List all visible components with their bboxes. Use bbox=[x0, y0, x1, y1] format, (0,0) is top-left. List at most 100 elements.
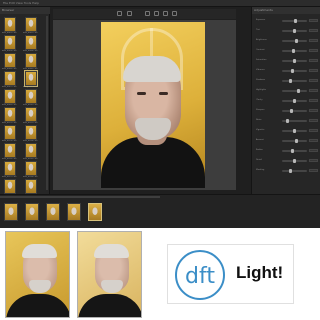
thumbnail[interactable] bbox=[25, 17, 37, 32]
slider-handle[interactable] bbox=[295, 39, 298, 43]
thumbnail[interactable] bbox=[4, 107, 16, 122]
thumbnail[interactable] bbox=[25, 35, 37, 50]
adjustment-slider[interactable] bbox=[282, 89, 307, 93]
thumbnail[interactable] bbox=[25, 125, 37, 140]
thumbnail[interactable] bbox=[4, 161, 16, 176]
thumbnail[interactable] bbox=[4, 179, 16, 194]
subject-eye-left bbox=[137, 92, 146, 95]
adjustment-value-field[interactable] bbox=[309, 69, 318, 72]
adjustment-value-field[interactable] bbox=[309, 39, 318, 42]
browser-scrollbar[interactable] bbox=[46, 16, 48, 190]
adjustment-value-field[interactable] bbox=[309, 89, 318, 92]
thumbnail[interactable] bbox=[4, 143, 16, 158]
adjustment-slider[interactable] bbox=[282, 159, 307, 163]
slider-handle[interactable] bbox=[293, 159, 296, 163]
adjustment-slider[interactable] bbox=[282, 79, 307, 83]
adjustment-value-field[interactable] bbox=[309, 79, 318, 82]
filmstrip-thumb[interactable] bbox=[67, 203, 81, 221]
thumbnail[interactable] bbox=[4, 17, 16, 32]
menu-bar[interactable]: File Edit View Tools Help bbox=[3, 1, 39, 5]
browser-panel: Browser IMG_0001.CR2 IMG_0002.CR2 IMG_0003… bbox=[0, 7, 50, 196]
thumbnail[interactable] bbox=[25, 107, 37, 122]
slider-handle[interactable] bbox=[293, 29, 296, 33]
slider-handle[interactable] bbox=[286, 119, 289, 123]
adjustment-value-field[interactable] bbox=[309, 119, 318, 122]
slider-handle[interactable] bbox=[297, 89, 300, 93]
adjustment-slider[interactable] bbox=[282, 109, 307, 113]
thumbnail[interactable] bbox=[25, 143, 37, 158]
thumbnail[interactable] bbox=[25, 53, 37, 68]
adjustment-value-field[interactable] bbox=[309, 49, 318, 52]
adjustment-slider[interactable] bbox=[282, 139, 307, 143]
filmstrip-thumb-selected[interactable] bbox=[88, 203, 102, 221]
adjustment-label: Radius bbox=[256, 149, 263, 151]
slider-handle[interactable] bbox=[292, 49, 295, 53]
adjustment-slider[interactable] bbox=[282, 19, 307, 23]
slider-handle[interactable] bbox=[293, 129, 296, 133]
adjustment-slider[interactable] bbox=[282, 129, 307, 133]
adjustment-value-field[interactable] bbox=[309, 19, 318, 22]
adjustment-value-field[interactable] bbox=[309, 29, 318, 32]
adjustment-slider[interactable] bbox=[282, 59, 307, 63]
adjustment-value-field[interactable] bbox=[309, 109, 318, 112]
adjustments-panel-header: Adjustments bbox=[252, 7, 320, 14]
adjustment-value-field[interactable] bbox=[309, 169, 318, 172]
photo-editor-window: File Edit View Tools Help Browser IMG_00… bbox=[0, 0, 320, 228]
adjustment-slider[interactable] bbox=[282, 149, 307, 153]
adjustment-label: Clarity bbox=[256, 99, 263, 101]
adjustment-slider[interactable] bbox=[282, 169, 307, 173]
adjustment-label: Noise bbox=[256, 119, 262, 121]
title-bar: File Edit View Tools Help bbox=[0, 0, 320, 7]
thumbnail[interactable] bbox=[25, 179, 37, 194]
before-beard bbox=[29, 280, 51, 293]
adjustment-label: Vignette bbox=[256, 129, 265, 131]
thumbnail[interactable] bbox=[4, 125, 16, 140]
slider-handle[interactable] bbox=[293, 99, 296, 103]
adjustment-value-field[interactable] bbox=[309, 139, 318, 142]
slider-handle[interactable] bbox=[293, 59, 296, 63]
filmstrip-thumb[interactable] bbox=[46, 203, 60, 221]
rotate-left-icon[interactable] bbox=[117, 11, 122, 16]
crop-icon[interactable] bbox=[145, 11, 150, 16]
adjustment-value-field[interactable] bbox=[309, 129, 318, 132]
rotate-right-icon[interactable] bbox=[127, 11, 132, 16]
slider-handle[interactable] bbox=[289, 169, 292, 173]
filmstrip-scrollbar[interactable] bbox=[0, 196, 160, 198]
adjustments-panel-title: Adjustments bbox=[254, 8, 273, 12]
adjustment-slider[interactable] bbox=[282, 69, 307, 73]
slider-handle[interactable] bbox=[289, 79, 292, 83]
thumbnail[interactable] bbox=[4, 71, 16, 86]
adjustment-label: Detail bbox=[256, 159, 262, 161]
thumbnail[interactable] bbox=[4, 35, 16, 50]
adjustment-value-field[interactable] bbox=[309, 99, 318, 102]
thumbnail[interactable] bbox=[4, 53, 16, 68]
thumbnail[interactable] bbox=[25, 161, 37, 176]
filmstrip-thumb[interactable] bbox=[25, 203, 39, 221]
compare-icon[interactable] bbox=[154, 11, 159, 16]
slider-handle[interactable] bbox=[294, 19, 297, 23]
thumbnail[interactable] bbox=[25, 89, 37, 104]
fullscreen-icon[interactable] bbox=[172, 11, 177, 16]
adjustment-value-field[interactable] bbox=[309, 59, 318, 62]
before-body bbox=[6, 294, 69, 317]
adjustment-slider[interactable] bbox=[282, 99, 307, 103]
adjustment-label: Vibrance bbox=[256, 69, 265, 71]
adjustment-slider[interactable] bbox=[282, 29, 307, 33]
zoom-icon[interactable] bbox=[163, 11, 168, 16]
view-toolbar bbox=[53, 9, 236, 19]
adjustment-slider[interactable] bbox=[282, 39, 307, 43]
slider-handle[interactable] bbox=[291, 149, 294, 153]
slider-handle[interactable] bbox=[291, 69, 294, 73]
adjustment-slider[interactable] bbox=[282, 49, 307, 53]
filmstrip-thumb[interactable] bbox=[4, 203, 18, 221]
adjustment-value-field[interactable] bbox=[309, 159, 318, 162]
filmstrip bbox=[0, 194, 320, 228]
image-viewer[interactable] bbox=[53, 20, 236, 190]
thumbnail[interactable] bbox=[24, 70, 38, 87]
after-photo bbox=[77, 231, 142, 318]
adjustment-slider[interactable] bbox=[282, 119, 307, 123]
slider-handle[interactable] bbox=[290, 109, 293, 113]
adjustment-value-field[interactable] bbox=[309, 149, 318, 152]
thumbnail[interactable] bbox=[4, 89, 16, 104]
slider-handle[interactable] bbox=[295, 139, 298, 143]
